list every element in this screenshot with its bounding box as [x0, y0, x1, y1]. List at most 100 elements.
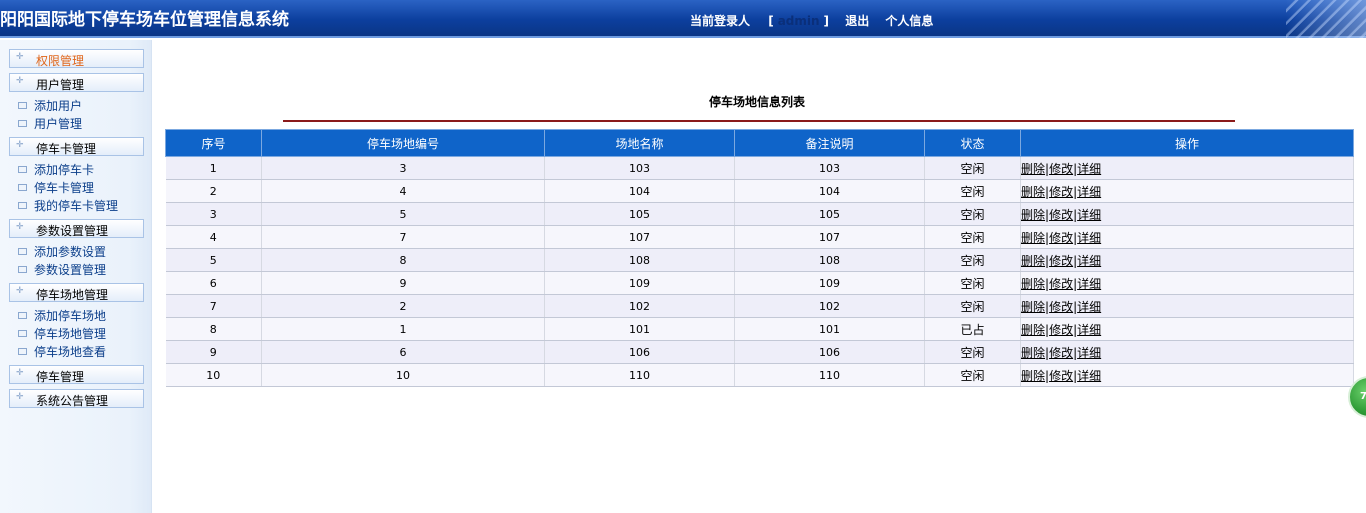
table-row: 1 3 103 103 空闲 删除|修改|详细	[165, 156, 1354, 180]
cell-remark: 104	[734, 179, 925, 203]
delete-link[interactable]: 删除	[1021, 208, 1045, 222]
cell-actions: 删除|修改|详细	[1020, 363, 1354, 387]
delete-link[interactable]: 删除	[1021, 300, 1045, 314]
sidebar-item-lot-view[interactable]: 停车场地查看	[18, 343, 106, 359]
sidebar: ✛ 权限管理 ✛ 用户管理 添加用户 用户管理 ✛ 停车卡管理 添加停车卡 停车…	[0, 40, 152, 513]
detail-link[interactable]: 详细	[1077, 277, 1101, 291]
cell-actions: 删除|修改|详细	[1020, 248, 1354, 272]
table-row: 8 1 101 101 已占 删除|修改|详细	[165, 317, 1354, 341]
sidebar-item-add-user[interactable]: 添加用户	[18, 97, 82, 113]
plus-icon: ✛	[16, 368, 24, 378]
detail-link[interactable]: 详细	[1077, 231, 1101, 245]
menu-permission[interactable]: ✛ 权限管理	[9, 49, 144, 68]
cell-lot-name: 106	[544, 340, 735, 364]
edit-link[interactable]: 修改	[1049, 277, 1073, 291]
menu-parameter-settings[interactable]: ✛ 参数设置管理	[9, 219, 144, 238]
column-header-status: 状态	[924, 129, 1021, 157]
detail-link[interactable]: 详细	[1077, 162, 1101, 176]
list-bullet-icon	[18, 348, 27, 355]
menu-label: 停车场地管理	[36, 288, 109, 302]
delete-link[interactable]: 删除	[1021, 231, 1045, 245]
plus-icon: ✛	[16, 76, 24, 86]
delete-link[interactable]: 删除	[1021, 346, 1045, 360]
cell-remark: 103	[734, 156, 925, 180]
cell-remark: 107	[734, 225, 925, 249]
detail-link[interactable]: 详细	[1077, 185, 1101, 199]
edit-link[interactable]: 修改	[1049, 323, 1073, 337]
cell-actions: 删除|修改|详细	[1020, 179, 1354, 203]
username: admin	[777, 14, 820, 28]
profile-link[interactable]: 个人信息	[885, 14, 933, 28]
edit-link[interactable]: 修改	[1049, 346, 1073, 360]
list-bullet-icon	[18, 202, 27, 209]
cell-index: 9	[165, 340, 262, 364]
edit-link[interactable]: 修改	[1049, 162, 1073, 176]
menu-user-management[interactable]: ✛ 用户管理	[9, 73, 144, 92]
menu-parking-lot[interactable]: ✛ 停车场地管理	[9, 283, 144, 302]
menu-parking-card[interactable]: ✛ 停车卡管理	[9, 137, 144, 156]
sidebar-item-lot-management[interactable]: 停车场地管理	[18, 325, 106, 341]
logout-link[interactable]: 退出	[845, 14, 869, 28]
cell-index: 6	[165, 271, 262, 295]
cell-status: 空闲	[924, 179, 1021, 203]
table-row: 10 10 110 110 空闲 删除|修改|详细	[165, 363, 1354, 387]
delete-link[interactable]: 删除	[1021, 323, 1045, 337]
title-divider	[283, 120, 1235, 122]
menu-announcements[interactable]: ✛ 系统公告管理	[9, 389, 144, 408]
cell-lot-code: 10	[261, 363, 545, 387]
sidebar-item-parameter-management[interactable]: 参数设置管理	[18, 261, 106, 277]
edit-link[interactable]: 修改	[1049, 185, 1073, 199]
cell-status: 空闲	[924, 340, 1021, 364]
detail-link[interactable]: 详细	[1077, 323, 1101, 337]
list-bullet-icon	[18, 102, 27, 109]
detail-link[interactable]: 详细	[1077, 300, 1101, 314]
sidebar-item-card-management[interactable]: 停车卡管理	[18, 179, 94, 195]
cell-lot-name: 108	[544, 248, 735, 272]
cell-lot-name: 101	[544, 317, 735, 341]
cell-lot-code: 9	[261, 271, 545, 295]
detail-link[interactable]: 详细	[1077, 346, 1101, 360]
detail-link[interactable]: 详细	[1077, 208, 1101, 222]
current-user-label: 当前登录人	[690, 14, 751, 28]
edit-link[interactable]: 修改	[1049, 300, 1073, 314]
edit-link[interactable]: 修改	[1049, 231, 1073, 245]
table-body: 1 3 103 103 空闲 删除|修改|详细 2 4 104 104 空闲 删除|修改|详细 3 5 10…	[165, 156, 1354, 387]
delete-link[interactable]: 删除	[1021, 369, 1045, 383]
delete-link[interactable]: 删除	[1021, 277, 1045, 291]
cell-lot-name: 103	[544, 156, 735, 180]
edit-link[interactable]: 修改	[1049, 369, 1073, 383]
table-header-row: 序号 停车场地编号 场地名称 备注说明 状态 操作	[165, 129, 1354, 157]
sidebar-item-user-management[interactable]: 用户管理	[18, 115, 82, 131]
edit-link[interactable]: 修改	[1049, 254, 1073, 268]
detail-link[interactable]: 详细	[1077, 254, 1101, 268]
cell-lot-name: 104	[544, 179, 735, 203]
column-header-lot-code: 停车场地编号	[261, 129, 545, 157]
sidebar-item-my-card[interactable]: 我的停车卡管理	[18, 197, 118, 213]
delete-link[interactable]: 删除	[1021, 162, 1045, 176]
parking-lot-table: 序号 停车场地编号 场地名称 备注说明 状态 操作 1 3 103 103 空闲 删除|修…	[165, 129, 1354, 387]
cell-status: 空闲	[924, 271, 1021, 295]
table-row: 6 9 109 109 空闲 删除|修改|详细	[165, 271, 1354, 295]
user-info: 当前登录人 [admin] 退出 个人信息	[690, 12, 933, 29]
list-bullet-icon	[18, 248, 27, 255]
cell-lot-code: 2	[261, 294, 545, 318]
bracket-close: ]	[823, 14, 830, 28]
list-bullet-icon	[18, 120, 27, 127]
sidebar-item-add-card[interactable]: 添加停车卡	[18, 161, 94, 177]
sidebar-item-add-parameter[interactable]: 添加参数设置	[18, 243, 106, 259]
cell-remark: 109	[734, 271, 925, 295]
menu-label: 参数设置管理	[36, 224, 109, 238]
menu-label: 停车管理	[36, 370, 85, 384]
cell-lot-name: 105	[544, 202, 735, 226]
cell-actions: 删除|修改|详细	[1020, 340, 1354, 364]
delete-link[interactable]: 删除	[1021, 254, 1045, 268]
cell-lot-code: 1	[261, 317, 545, 341]
detail-link[interactable]: 详细	[1077, 369, 1101, 383]
edit-link[interactable]: 修改	[1049, 208, 1073, 222]
cell-actions: 删除|修改|详细	[1020, 317, 1354, 341]
sidebar-item-add-lot[interactable]: 添加停车场地	[18, 307, 106, 323]
plus-icon: ✛	[16, 392, 24, 402]
cell-status: 空闲	[924, 363, 1021, 387]
delete-link[interactable]: 删除	[1021, 185, 1045, 199]
menu-parking[interactable]: ✛ 停车管理	[9, 365, 144, 384]
